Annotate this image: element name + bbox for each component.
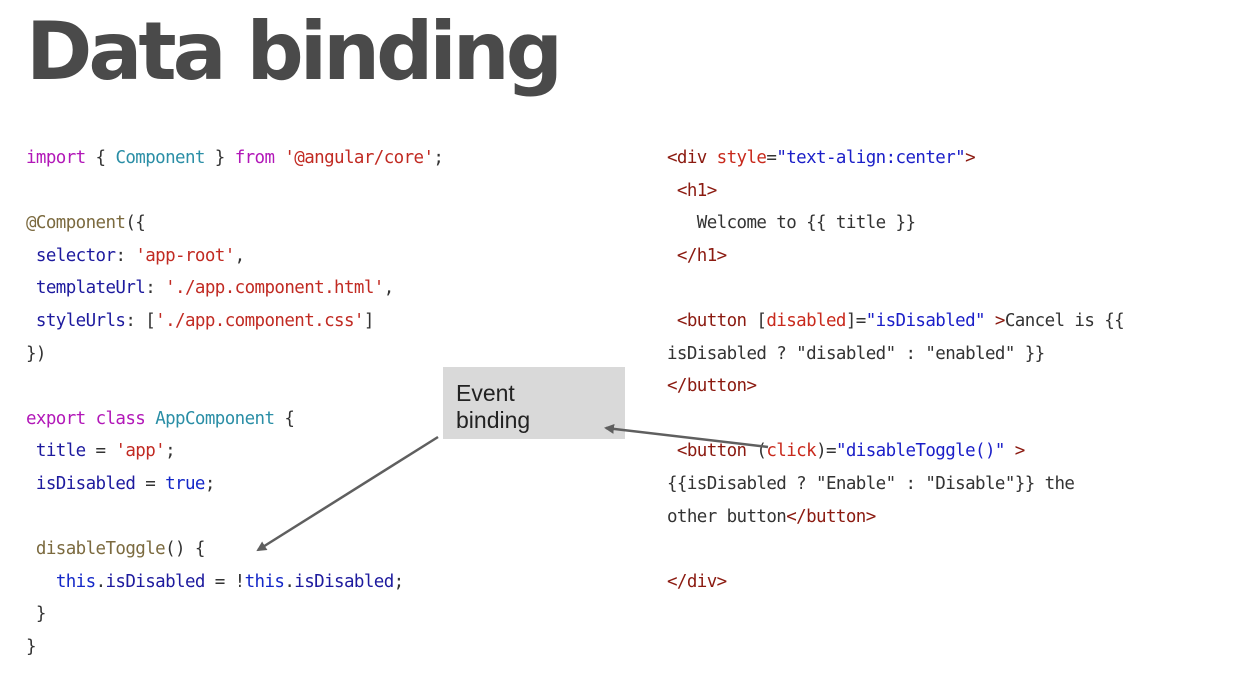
arrow-to-click-binding [604, 423, 769, 449]
annotation-arrows [256, 423, 769, 552]
arrow-to-disable-toggle [256, 435, 439, 552]
